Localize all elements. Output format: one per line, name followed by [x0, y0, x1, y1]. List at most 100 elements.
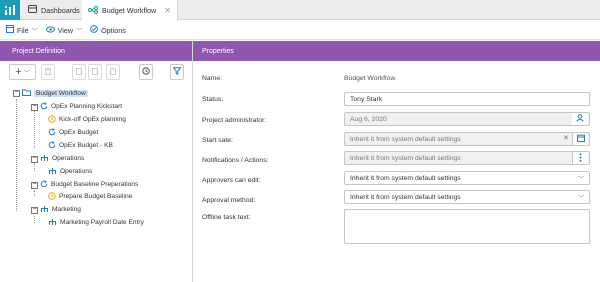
add-button[interactable]: + ﹀ — [9, 64, 36, 80]
offline-text-label: Offline task text: — [202, 214, 251, 221]
app-logo-icon[interactable] — [0, 0, 20, 20]
tree-node[interactable]: OpEx Planning Kickstart — [40, 101, 122, 112]
file-icon — [6, 25, 14, 35]
workflow-icon — [88, 5, 98, 16]
collapse-toggle[interactable]: − — [13, 89, 20, 97]
collapse-toggle[interactable]: − — [31, 155, 38, 163]
tree-node[interactable]: Operations — [40, 153, 84, 164]
tree-connector — [34, 110, 35, 148]
tree-node[interactable]: Marketing Payroll Date Entry — [48, 217, 144, 228]
cycle-icon — [48, 140, 56, 151]
tree-connector — [34, 163, 35, 171]
view-menu-label: View — [57, 25, 74, 35]
project-definition-header: Project Definition — [0, 41, 192, 61]
tab-bar: Dashboards Budget Workflow ✕ — [0, 0, 600, 21]
dashboard-icon — [28, 5, 37, 15]
notifications-options-button[interactable] — [572, 152, 588, 164]
copy-button[interactable] — [106, 64, 120, 80]
collapse-toggle[interactable]: − — [31, 103, 38, 111]
notifications-label: Notifications / Actions: — [202, 157, 269, 164]
options-menu[interactable]: Options — [90, 25, 126, 35]
filter-button[interactable] — [170, 64, 184, 80]
start-date-field[interactable]: Inherit it from system default settings … — [344, 132, 590, 146]
offline-text-area[interactable] — [344, 209, 590, 244]
tree-node-label: Budget Baseline Preperations — [51, 181, 139, 188]
panel-divider[interactable] — [192, 41, 193, 282]
clock-warning-icon — [48, 191, 56, 202]
tree-node[interactable]: OpEx Budget - KB — [48, 140, 113, 151]
folder-icon — [22, 89, 31, 98]
delete-button[interactable] — [41, 64, 55, 80]
close-icon[interactable]: ✕ — [164, 6, 171, 15]
document-icon — [92, 67, 98, 77]
tree-node-root[interactable]: Budget Workflow — [22, 88, 88, 99]
tab-label: Budget Workflow — [102, 6, 157, 15]
approvers-select[interactable]: Inherit it from system default settings … — [344, 171, 590, 185]
tab-budget-workflow[interactable]: Budget Workflow ✕ — [82, 0, 178, 21]
approval-method-value: Inherit it from system default settings — [350, 193, 461, 201]
tree-connector — [16, 99, 17, 211]
approvers-value: Inherit it from system default settings — [350, 174, 461, 182]
plus-icon: + — [15, 66, 22, 78]
options-menu-label: Options — [101, 25, 126, 35]
collapse-toggle[interactable]: − — [31, 206, 38, 214]
tree-node[interactable]: Marketing — [40, 204, 81, 215]
chevron-down-icon: ﹀ — [577, 196, 584, 202]
menu-toolbar: File ﹀ View ﹀ Options — [0, 21, 600, 40]
chevron-down-icon: ﹀ — [31, 28, 38, 35]
tab-dashboards[interactable]: Dashboards — [22, 0, 86, 20]
calendar-icon — [576, 134, 585, 144]
panel-title: Properties — [202, 47, 234, 55]
more-vertical-icon — [579, 152, 582, 164]
check-circle-icon — [90, 25, 98, 35]
calendar-button[interactable] — [572, 133, 588, 145]
tree-node[interactable]: Budget Baseline Preperations — [40, 179, 138, 190]
history-button[interactable] — [139, 64, 153, 80]
chevron-down-icon: ﹀ — [23, 70, 30, 77]
start-label: Start sate: — [202, 137, 233, 144]
notifications-value: Inherit it from system default settings — [350, 154, 461, 162]
tree-connector — [34, 216, 35, 223]
tree-node[interactable]: OpEx Budget — [48, 127, 98, 138]
document-icon — [76, 67, 82, 77]
cycle-icon — [40, 101, 48, 112]
tree-node-label: Marketing Payroll Date Entry — [60, 219, 144, 226]
tree-node[interactable]: Kick-off OpEx planning — [48, 114, 126, 125]
org-chart-icon — [48, 167, 57, 177]
collapse-toggle[interactable]: − — [31, 181, 38, 189]
notifications-field[interactable]: Inherit it from system default settings — [344, 151, 590, 165]
tree-node-label: OpEx Planning Kickstart — [51, 103, 123, 110]
status-label: Status: — [202, 96, 224, 103]
admin-label: Project administrator: — [202, 117, 267, 124]
status-field[interactable]: Tony Stark — [344, 92, 590, 106]
clipboard-icon — [110, 67, 116, 77]
admin-field[interactable]: Aug 6, 2020 — [344, 112, 590, 126]
tree-node-label: OpEx Budget - KB — [59, 142, 113, 149]
tree-node[interactable]: Prepare Budget Baseline — [48, 191, 132, 202]
move-up-button[interactable] — [72, 64, 86, 80]
user-picker-button[interactable] — [572, 113, 588, 125]
name-value: Budget Workflow — [344, 75, 396, 82]
tree-node-label: Prepare Budget Baseline — [59, 193, 133, 200]
tab-label: Dashboards — [41, 5, 80, 15]
view-menu[interactable]: View ﹀ — [45, 25, 82, 35]
history-icon — [142, 67, 150, 77]
move-down-button[interactable] — [88, 64, 102, 80]
properties-header: Properties — [193, 41, 600, 61]
status-field-value: Tony Stark — [350, 95, 383, 103]
user-icon — [576, 114, 584, 124]
chevron-down-icon: ﹀ — [577, 177, 584, 183]
approvers-label: Approvers can edit: — [202, 177, 261, 184]
filter-icon — [172, 67, 182, 77]
tree-node-label: OpEx Budget — [59, 129, 99, 136]
tree-connector — [34, 190, 35, 196]
file-menu[interactable]: File ﹀ — [6, 25, 38, 35]
org-chart-icon — [40, 154, 49, 164]
org-chart-icon — [40, 205, 49, 215]
approval-method-select[interactable]: Inherit it from system default settings … — [344, 190, 590, 204]
clear-icon[interactable]: ✕ — [563, 134, 569, 142]
tree-node[interactable]: Operations — [48, 166, 92, 177]
org-chart-icon — [48, 218, 57, 228]
name-label: Name: — [202, 75, 223, 82]
admin-field-value: Aug 6, 2020 — [350, 115, 387, 123]
